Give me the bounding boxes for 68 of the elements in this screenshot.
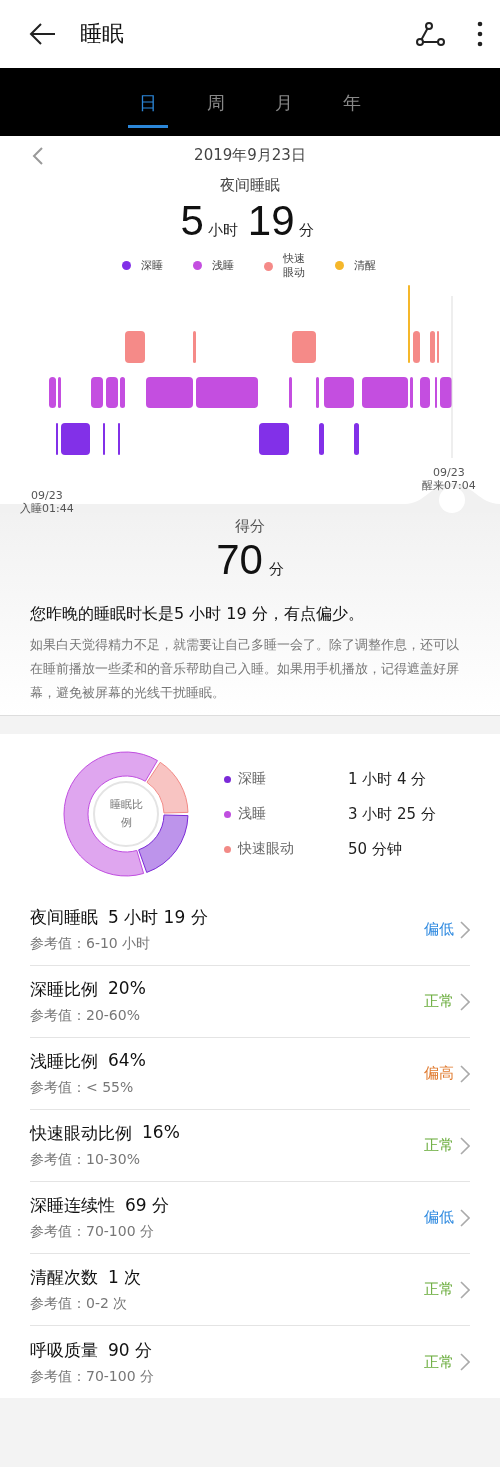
stage-label: 深睡 bbox=[238, 770, 267, 788]
hours-value: 5 bbox=[180, 197, 204, 245]
legend-label: 快速眼动 bbox=[283, 251, 306, 281]
chevron-icon[interactable] bbox=[460, 920, 470, 939]
metric-value: 1 次 bbox=[108, 1266, 142, 1289]
more-icon[interactable] bbox=[476, 21, 484, 47]
chevron-icon[interactable] bbox=[460, 1064, 470, 1083]
hours-unit: 小时 bbox=[207, 221, 238, 240]
minutes-unit: 分 bbox=[298, 221, 314, 240]
stage-duration: 50 分钟 bbox=[348, 839, 403, 859]
metric-value: 64% bbox=[108, 1050, 146, 1072]
wake-time-label: 09/23 醒来07:04 bbox=[422, 466, 476, 493]
back-icon[interactable] bbox=[28, 22, 56, 46]
previous-day-icon[interactable] bbox=[32, 147, 44, 165]
metric-value: 20% bbox=[108, 978, 146, 1000]
reference-value: 参考值：0-2 次 bbox=[30, 1295, 129, 1313]
score-value: 70 bbox=[216, 536, 263, 584]
legend-label: 深睡 bbox=[140, 258, 164, 274]
metric-name: 清醒次数 bbox=[30, 1266, 98, 1289]
score-unit: 分 bbox=[268, 560, 284, 579]
period-tab[interactable]: 月 bbox=[264, 76, 304, 128]
status-label: 偏低 bbox=[424, 1208, 454, 1227]
sleep-advice: 如果白天觉得精力不足，就需要让自己多睡一会了。除了调整作息，还可以在睡前播放一些柔和的音乐帮助自己入睡。如果用手机播放，记得遮盖好屏幕，避免被屏幕的光线干扰睡眠。 bbox=[30, 636, 460, 702]
reference-value: 参考值：10-30% bbox=[30, 1151, 141, 1169]
reference-value: 参考值：70-100 分 bbox=[30, 1367, 156, 1386]
stage-label: 浅睡 bbox=[238, 805, 267, 823]
score-label: 得分 bbox=[234, 517, 266, 536]
metric-value: 90 分 bbox=[108, 1338, 153, 1362]
chevron-icon[interactable] bbox=[460, 1280, 470, 1299]
donut-center-label: 睡眠比例 bbox=[108, 797, 144, 831]
metric-value: 5 小时 19 分 bbox=[108, 906, 208, 929]
reference-value: 参考值：6-10 小时 bbox=[30, 935, 152, 953]
period-tab[interactable]: 年 bbox=[332, 76, 372, 128]
stage-label: 快速眼动 bbox=[238, 840, 295, 858]
period-tab[interactable]: 日 bbox=[128, 76, 168, 128]
reference-value: 参考值：70-100 分 bbox=[30, 1223, 156, 1241]
metric-name: 快速眼动比例 bbox=[30, 1122, 132, 1145]
chevron-icon[interactable] bbox=[460, 992, 470, 1011]
reference-value: 参考值：< 55% bbox=[30, 1079, 135, 1097]
chevron-icon[interactable] bbox=[460, 1353, 470, 1371]
period-tab[interactable]: 周 bbox=[196, 76, 236, 128]
sleep-start-label: 09/23 入睡01:44 bbox=[20, 489, 74, 516]
status-label: 正常 bbox=[424, 1352, 454, 1372]
status-label: 正常 bbox=[424, 1280, 454, 1299]
reference-value: 参考值：20-60% bbox=[30, 1007, 141, 1025]
status-label: 偏低 bbox=[424, 920, 454, 939]
metric-name: 深睡连续性 bbox=[30, 1194, 115, 1217]
score-headline: 您昨晚的睡眠时长是5 小时 19 分，有点偏少。 bbox=[30, 604, 365, 625]
minutes-value: 19 bbox=[247, 197, 295, 245]
legend-label: 浅睡 bbox=[211, 258, 235, 274]
metric-name: 呼吸质量 bbox=[30, 1338, 98, 1362]
legend-label: 清醒 bbox=[354, 258, 378, 274]
status-label: 正常 bbox=[424, 992, 454, 1011]
metric-name: 深睡比例 bbox=[30, 978, 98, 1001]
status-label: 偏高 bbox=[424, 1064, 454, 1083]
page-title: 睡眠 bbox=[80, 20, 125, 48]
stage-duration: 1 小时 4 分 bbox=[348, 769, 428, 789]
metric-value: 69 分 bbox=[125, 1194, 170, 1217]
chevron-icon[interactable] bbox=[460, 1136, 470, 1155]
status-label: 正常 bbox=[424, 1136, 454, 1155]
metric-value: 16% bbox=[142, 1122, 180, 1144]
metric-name: 夜间睡眠 bbox=[30, 906, 98, 929]
chevron-icon[interactable] bbox=[460, 1208, 470, 1227]
stage-duration: 3 小时 25 分 bbox=[348, 804, 436, 824]
metric-name: 浅睡比例 bbox=[30, 1050, 98, 1073]
section-title: 夜间睡眠 bbox=[219, 176, 281, 195]
date-label: 2019年9月23日 bbox=[194, 145, 306, 165]
share-icon[interactable] bbox=[416, 21, 446, 47]
